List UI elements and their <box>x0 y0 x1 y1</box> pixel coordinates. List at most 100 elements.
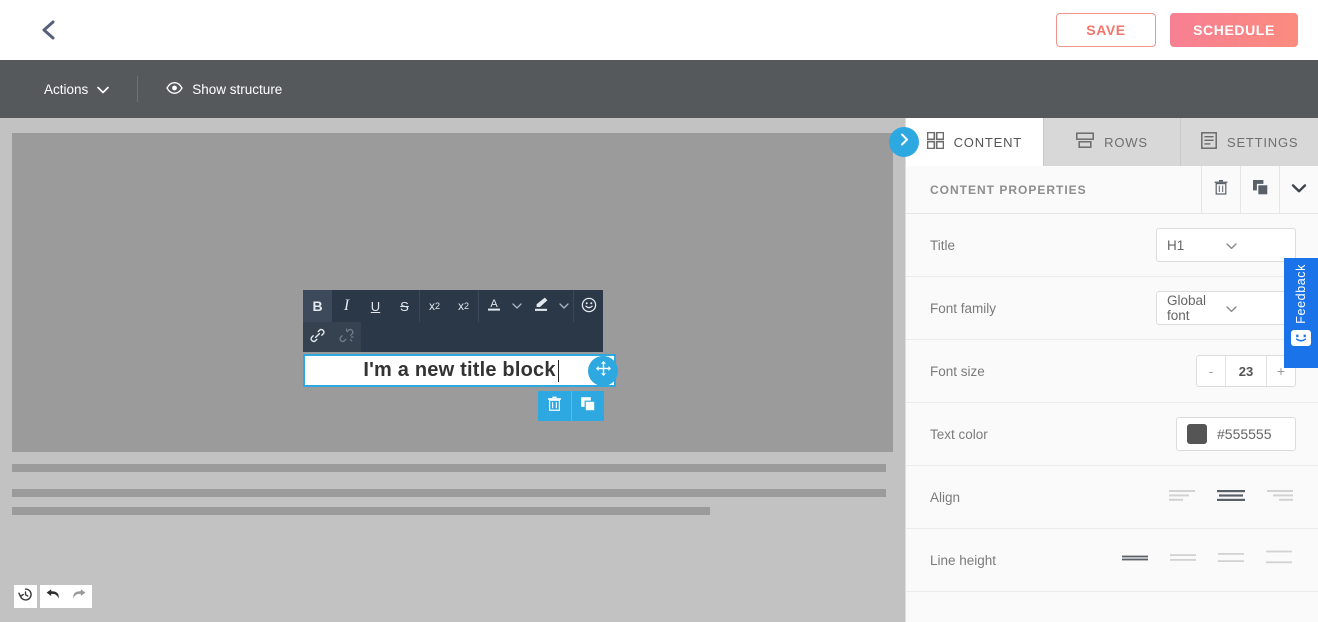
feedback-tab[interactable]: Feedback <box>1284 258 1318 368</box>
content-properties-title: CONTENT PROPERTIES <box>930 182 1087 197</box>
trash-icon <box>547 396 562 417</box>
actions-label: Actions <box>44 81 89 97</box>
line-height-4-button[interactable] <box>1262 549 1296 571</box>
line-height-4-icon <box>1266 549 1292 572</box>
property-row-text-color: Text color #555555 <box>906 403 1318 466</box>
duplicate-icon <box>580 396 596 417</box>
selected-text-content[interactable]: I'm a new title block <box>363 359 559 382</box>
rich-text-toolbar: B I U S x2 x2 A <box>303 290 603 352</box>
chevron-down-icon <box>1226 238 1285 253</box>
property-row-font-size: Font size - 23 + <box>906 340 1318 403</box>
placeholder-line-4 <box>12 439 537 447</box>
block-delete-button[interactable] <box>538 391 571 421</box>
property-row-align: Align <box>906 466 1318 529</box>
chevron-right-icon <box>898 132 911 152</box>
property-label-font-family: Font family <box>930 300 997 316</box>
subscript-button[interactable]: x2 <box>449 290 478 322</box>
placeholder-line-6 <box>12 489 886 497</box>
history-controls <box>14 585 92 608</box>
align-right-button[interactable] <box>1262 486 1296 508</box>
action-bar: Actions Show structure <box>0 60 1318 118</box>
block-drag-handle[interactable] <box>588 356 618 386</box>
remove-link-button[interactable] <box>332 322 361 352</box>
trash-icon <box>1213 179 1229 201</box>
text-color-a-icon: A <box>486 296 502 316</box>
right-panel: CONTENT ROWS SETTINGS CONTENT PROPERTIES… <box>905 118 1318 622</box>
line-height-3-button[interactable] <box>1214 549 1248 571</box>
redo-button[interactable] <box>66 585 92 608</box>
history-clock-icon <box>18 587 33 607</box>
panel-toggle-button[interactable] <box>889 127 919 157</box>
block-toolbar <box>538 391 604 421</box>
smiley-face-icon <box>1291 329 1311 346</box>
property-label-title: Title <box>930 237 956 253</box>
underline-button[interactable]: U <box>361 290 390 322</box>
text-color-button[interactable]: A <box>479 290 508 322</box>
font-size-decrement-button[interactable]: - <box>1197 356 1225 386</box>
text-color-caret-icon[interactable] <box>508 290 526 322</box>
highlight-color-caret-icon[interactable] <box>555 290 573 322</box>
tab-rows[interactable]: ROWS <box>1044 118 1182 166</box>
tab-settings[interactable]: SETTINGS <box>1181 118 1318 166</box>
back-button[interactable] <box>34 15 64 45</box>
title-select[interactable]: H1 <box>1156 228 1296 262</box>
undo-arrow-icon <box>45 587 61 606</box>
undo-button[interactable] <box>40 585 66 608</box>
line-height-2-button[interactable] <box>1166 549 1200 571</box>
property-row-font-family: Font family Global font <box>906 277 1318 340</box>
properties-collapse-button[interactable] <box>1279 165 1318 214</box>
bold-button[interactable]: B <box>303 290 332 322</box>
italic-button[interactable]: I <box>332 290 361 322</box>
superscript-button[interactable]: x2 <box>420 290 449 322</box>
save-button[interactable]: SAVE <box>1056 13 1156 47</box>
placeholder-line-3 <box>12 414 886 422</box>
property-label-text-color: Text color <box>930 426 988 442</box>
align-center-button[interactable] <box>1214 486 1248 508</box>
feedback-label: Feedback <box>1294 264 1308 324</box>
insert-link-button[interactable] <box>303 322 332 352</box>
font-family-select[interactable]: Global font <box>1156 291 1296 325</box>
chevron-down-icon <box>1291 181 1307 199</box>
align-left-icon <box>1168 487 1198 508</box>
properties-duplicate-button[interactable] <box>1240 165 1279 214</box>
placeholder-line-5 <box>12 464 886 472</box>
align-left-button[interactable] <box>1166 486 1200 508</box>
text-color-picker[interactable]: #555555 <box>1176 417 1296 451</box>
block-duplicate-button[interactable] <box>571 391 604 421</box>
show-structure-label: Show structure <box>192 81 283 97</box>
settings-list-icon <box>1201 132 1217 152</box>
strikethrough-button[interactable]: S <box>390 290 419 322</box>
rte-group-basic: B I U S <box>303 290 420 322</box>
grid-icon <box>926 131 944 152</box>
schedule-button[interactable]: SCHEDULE <box>1170 13 1298 47</box>
property-row-title: Title H1 <box>906 214 1318 277</box>
rte-group-script: x2 x2 <box>420 290 479 322</box>
tab-content-label: CONTENT <box>953 134 1023 150</box>
chevron-left-icon <box>39 18 59 42</box>
history-button[interactable] <box>14 585 37 608</box>
selected-text-value: I'm a new title block <box>363 359 556 381</box>
text-color-swatch <box>1187 424 1207 444</box>
tab-content[interactable]: CONTENT <box>906 118 1044 166</box>
content-properties-header: CONTENT PROPERTIES <box>906 165 1318 214</box>
title-select-value: H1 <box>1167 237 1185 253</box>
app-root: SAVE SCHEDULE Actions Show structure B I… <box>0 0 1318 622</box>
emoji-button[interactable] <box>574 290 603 322</box>
font-family-select-value: Global font <box>1167 293 1207 323</box>
line-height-2-icon <box>1170 550 1196 571</box>
highlight-color-button[interactable] <box>526 290 555 322</box>
text-color-value: #555555 <box>1217 426 1272 442</box>
action-bar-divider <box>137 76 139 102</box>
line-height-1-button[interactable] <box>1118 549 1152 571</box>
properties-delete-button[interactable] <box>1201 165 1240 214</box>
chevron-down-icon <box>97 82 110 97</box>
font-size-value[interactable]: 23 <box>1225 356 1267 386</box>
duplicate-icon <box>1252 179 1269 201</box>
top-bar: SAVE SCHEDULE <box>0 0 1318 60</box>
property-label-font-size: Font size <box>930 363 985 379</box>
show-structure-toggle[interactable]: Show structure <box>166 82 282 97</box>
move-arrows-icon <box>595 360 612 382</box>
smiley-icon <box>581 297 597 316</box>
selected-text-block[interactable]: I'm a new title block <box>303 354 616 387</box>
actions-menu[interactable]: Actions <box>44 81 110 97</box>
